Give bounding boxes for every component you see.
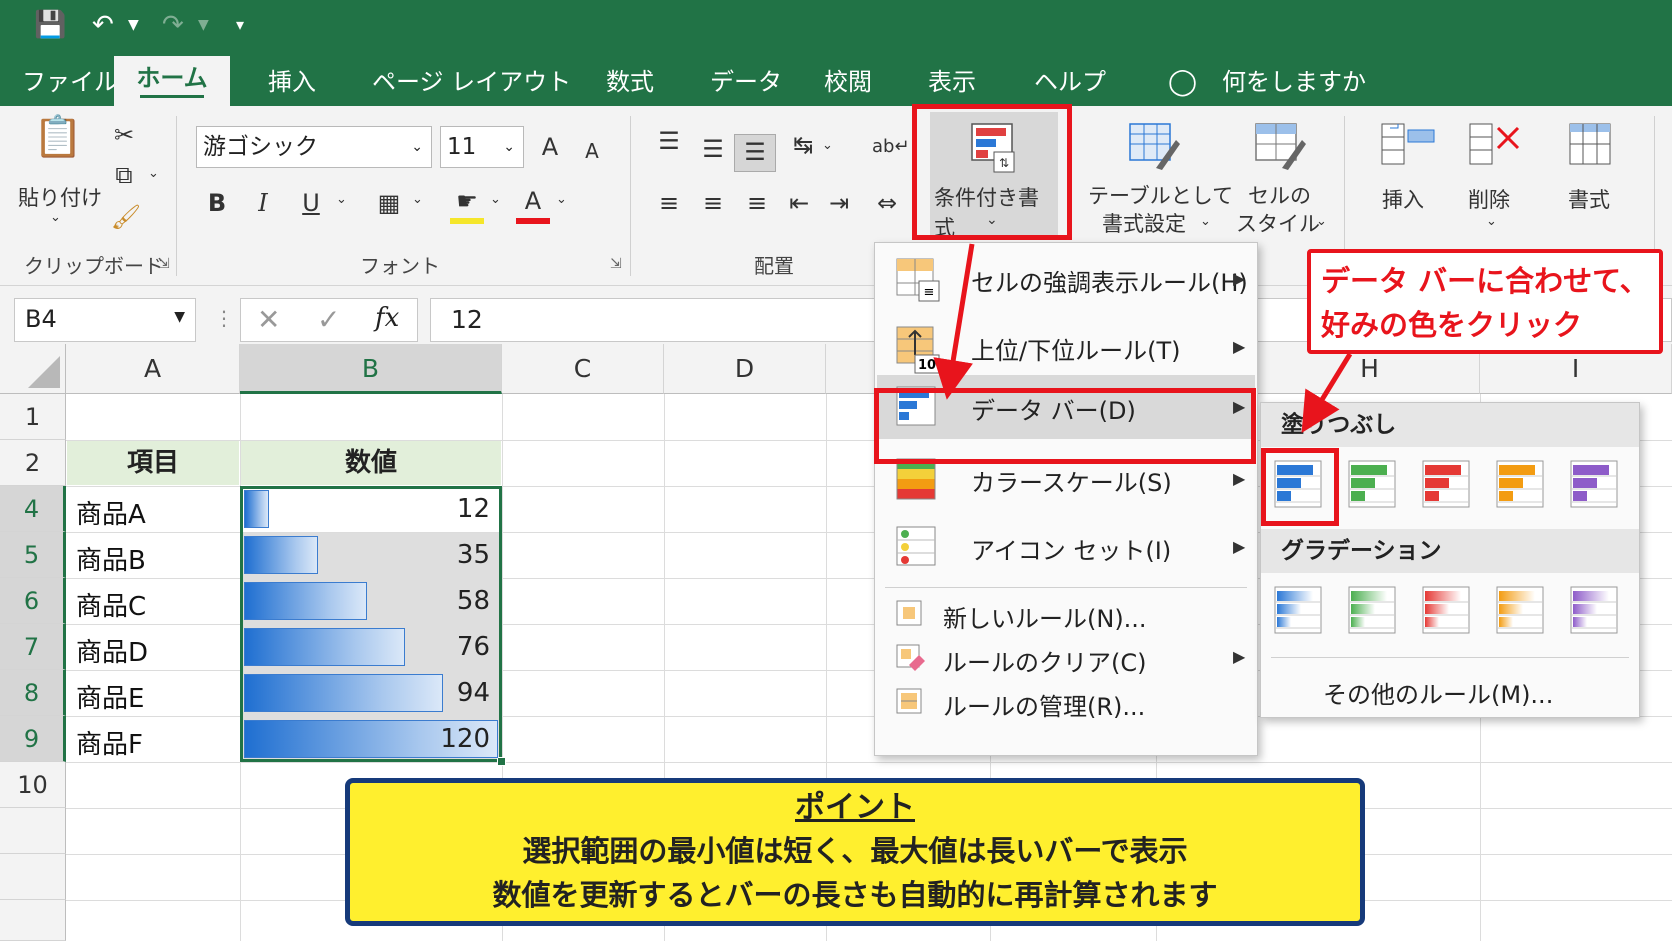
point-line-2: 数値を更新するとバーの長さも自動的に再計算されます: [492, 878, 1218, 912]
callout-click-color: データ バーに合わせて、 好みの色をクリック: [1307, 249, 1663, 354]
point-title: ポイント: [795, 790, 915, 825]
arrow-to-data-bars: [933, 243, 975, 400]
arrow-to-swatch: [1301, 352, 1353, 434]
point-note-box: ポイント 選択範囲の最小値は短く、最大値は長いバーで表示 数値を更新するとバーの…: [345, 778, 1365, 926]
point-line-1: 選択範囲の最小値は短く、最大値は長いバーで表示: [522, 834, 1188, 868]
callout-line-1: データ バーに合わせて、: [1321, 264, 1649, 298]
callout-line-2: 好みの色をクリック: [1321, 308, 1583, 342]
